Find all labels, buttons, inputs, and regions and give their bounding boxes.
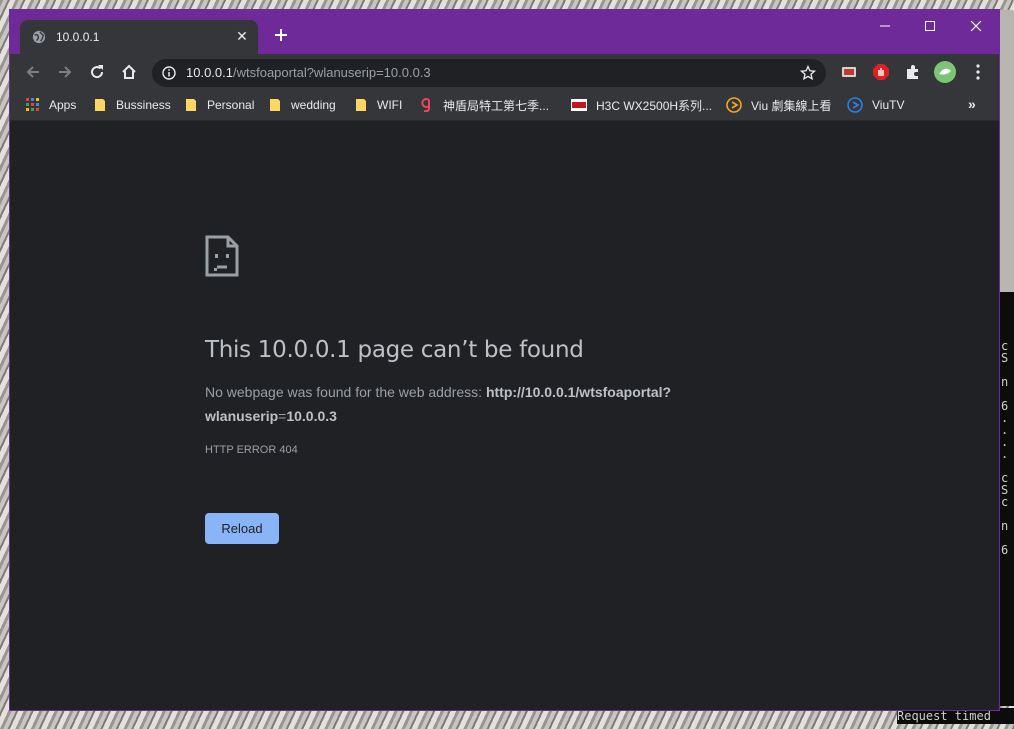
background-console-status: Request timed bbox=[897, 708, 1014, 724]
sad-document-icon bbox=[205, 235, 239, 277]
bookmarks-overflow-chevron-icon[interactable]: » bbox=[968, 96, 976, 112]
url-text: 10.0.0.1/wtsfoaportal?wlanuserip=10.0.0.… bbox=[186, 65, 431, 81]
bookmark-h3c[interactable]: H3C WX2500H系列... bbox=[571, 96, 712, 114]
cast-extension-icon[interactable] bbox=[839, 62, 859, 82]
profile-avatar[interactable] bbox=[934, 61, 956, 83]
error-url-value: 10.0.0.3 bbox=[286, 408, 337, 424]
h3c-favicon-icon bbox=[571, 99, 587, 111]
menu-kebab-icon[interactable] bbox=[968, 62, 988, 82]
folder-icon bbox=[270, 99, 280, 111]
bookmark-star-icon[interactable] bbox=[800, 65, 816, 81]
reload-icon[interactable] bbox=[88, 63, 106, 81]
bookmarks-bar: Apps Bussiness Personal wedding WIFI 神盾局… bbox=[10, 90, 999, 121]
bookmark-label: Personal bbox=[207, 98, 255, 112]
error-code: HTTP ERROR 404 bbox=[205, 444, 298, 456]
bookmark-drama-site[interactable]: 神盾局特工第七季... bbox=[420, 96, 549, 114]
bookmark-label: Apps bbox=[49, 98, 77, 112]
site-info-icon[interactable] bbox=[162, 66, 176, 80]
adblock-extension-icon[interactable] bbox=[871, 62, 891, 82]
extensions-puzzle-icon[interactable] bbox=[903, 62, 923, 82]
viu-icon bbox=[726, 97, 742, 113]
maximize-icon[interactable] bbox=[915, 16, 945, 36]
bookmark-folder-wedding[interactable]: wedding bbox=[268, 96, 336, 114]
error-url-line1: http://10.0.0.1/wtsfoaportal? bbox=[485, 384, 672, 400]
bookmark-label: Viu 劇集線上看 bbox=[751, 98, 832, 113]
new-tab-icon[interactable] bbox=[272, 26, 290, 44]
back-icon[interactable] bbox=[24, 63, 42, 81]
folder-icon bbox=[356, 99, 366, 111]
address-bar[interactable]: 10.0.0.1/wtsfoaportal?wlanuserip=10.0.0.… bbox=[152, 59, 826, 87]
home-icon[interactable] bbox=[120, 63, 138, 81]
bookmark-viu[interactable]: Viu 劇集線上看 bbox=[726, 96, 831, 114]
error-title: This 10.0.0.1 page can’t be found bbox=[205, 337, 584, 363]
viutv-icon bbox=[847, 97, 863, 113]
error-description: No webpage was found for the web address… bbox=[205, 384, 672, 424]
tab-close-icon[interactable]: ✕ bbox=[234, 28, 250, 44]
bookmark-folder-personal[interactable]: Personal bbox=[184, 96, 254, 114]
tab-title: 10.0.0.1 bbox=[56, 30, 100, 44]
site-favicon-icon bbox=[421, 98, 430, 112]
bookmark-label: WIFI bbox=[377, 98, 403, 112]
background-console-text: cSn6....cScn6 bbox=[1001, 340, 1009, 556]
close-window-icon[interactable] bbox=[961, 16, 991, 36]
error-url-param: wlanuserip bbox=[205, 408, 279, 424]
browser-tab[interactable]: 10.0.0.1 ✕ bbox=[20, 20, 258, 54]
bookmark-label: 神盾局特工第七季... bbox=[443, 98, 550, 113]
browser-window: 10.0.0.1 ✕ 10.0.0.1/wtsfoaportal?wlanuse… bbox=[10, 10, 999, 710]
globe-icon bbox=[32, 30, 46, 44]
title-bar: 10.0.0.1 ✕ bbox=[10, 10, 999, 54]
bookmark-label: Bussiness bbox=[116, 98, 171, 112]
bookmark-label: wedding bbox=[291, 98, 336, 112]
apps-grid-icon bbox=[26, 98, 39, 111]
bookmark-folder-bussiness[interactable]: Bussiness bbox=[93, 96, 171, 114]
minimize-icon[interactable] bbox=[870, 16, 900, 36]
bookmark-folder-wifi[interactable]: WIFI bbox=[354, 96, 402, 114]
background-window-edge bbox=[999, 10, 1014, 292]
error-page: This 10.0.0.1 page can’t be found No web… bbox=[10, 121, 999, 710]
folder-icon bbox=[95, 99, 105, 111]
bookmark-viutv[interactable]: ViuTV bbox=[847, 96, 904, 114]
reload-button[interactable]: Reload bbox=[205, 513, 279, 544]
url-path: /wtsfoaportal?wlanuserip=10.0.0.3 bbox=[233, 65, 431, 80]
bookmark-label: H3C WX2500H系列... bbox=[596, 98, 713, 113]
forward-icon[interactable] bbox=[56, 63, 74, 81]
bookmark-label: ViuTV bbox=[872, 98, 905, 112]
toolbar: 10.0.0.1/wtsfoaportal?wlanuserip=10.0.0.… bbox=[10, 54, 999, 90]
url-host: 10.0.0.1 bbox=[186, 65, 233, 80]
folder-icon bbox=[186, 99, 196, 111]
bookmark-apps[interactable]: Apps bbox=[26, 96, 76, 114]
